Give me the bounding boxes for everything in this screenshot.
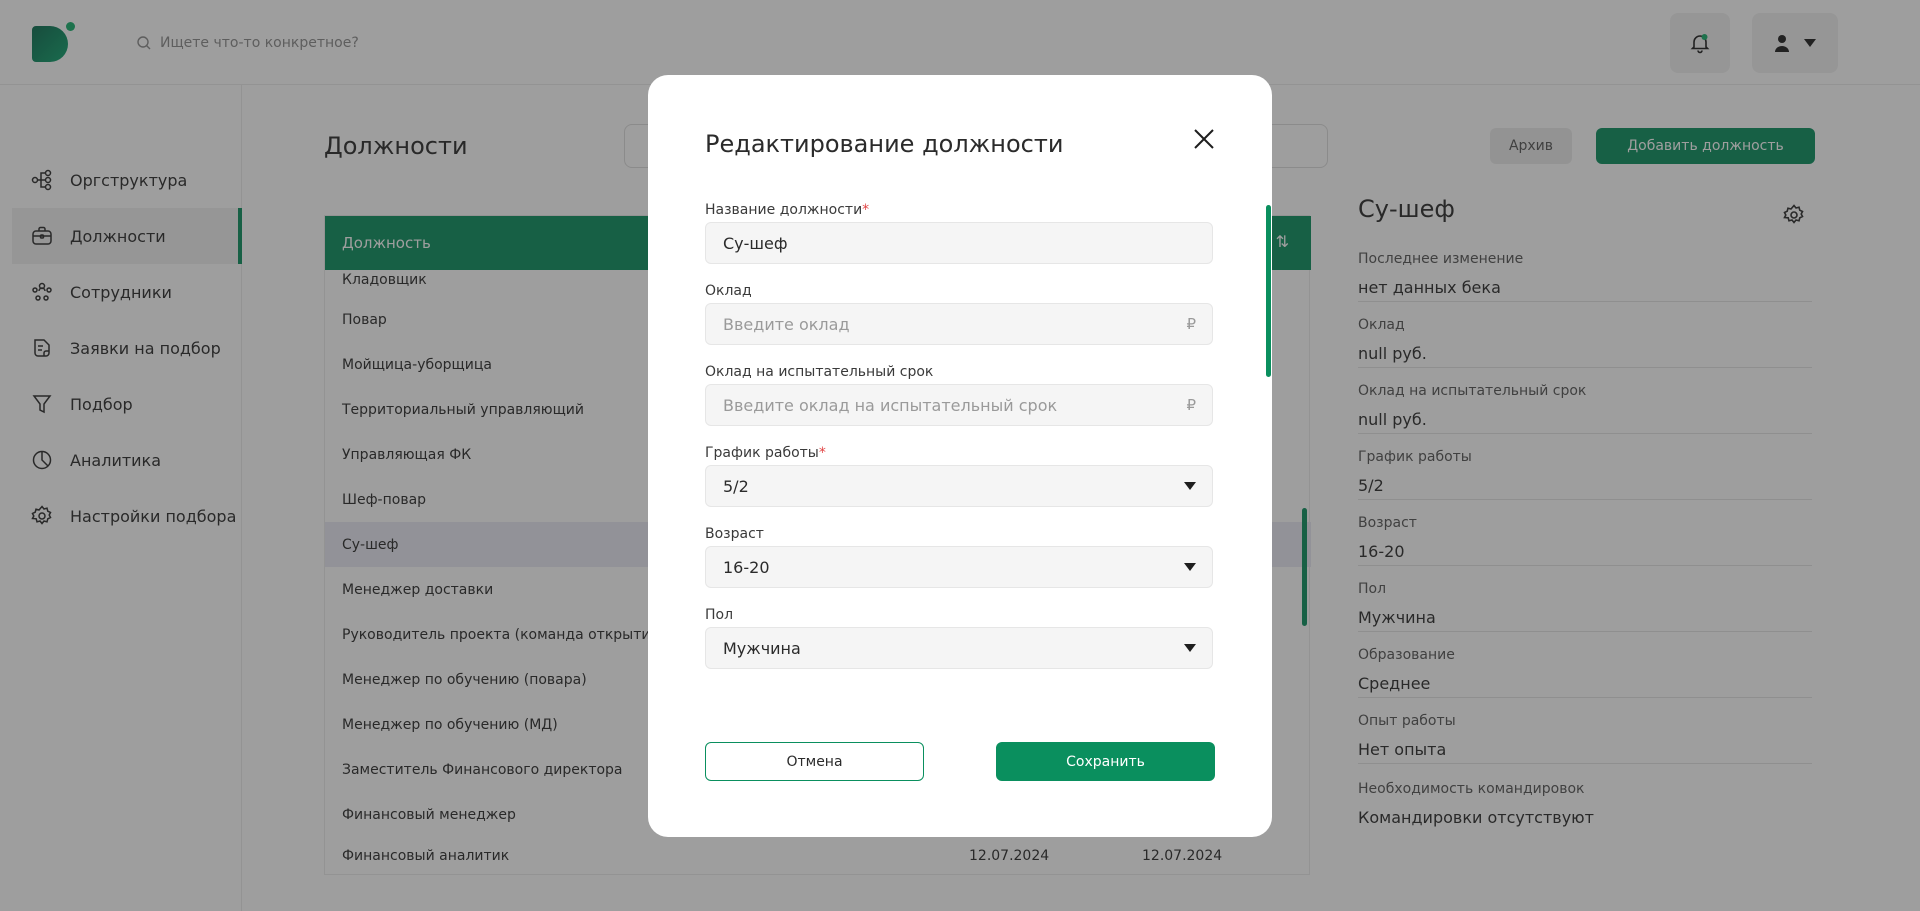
trial-salary-label: Оклад на испытательный срок (705, 364, 934, 380)
label-text: Название должности (705, 202, 863, 218)
modal-scrollbar[interactable] (1266, 205, 1271, 377)
required-mark: * (818, 445, 826, 461)
trial-salary-field[interactable]: Введите оклад на испытательный срок ₽ (705, 384, 1213, 426)
field-value: Су-шеф (723, 233, 788, 253)
ruble-icon: ₽ (1186, 315, 1196, 333)
modal-title: Редактирование должности (705, 130, 1064, 158)
ruble-icon: ₽ (1186, 396, 1196, 414)
close-icon[interactable] (1192, 127, 1216, 151)
gender-select[interactable]: Мужчина (705, 627, 1213, 669)
select-value: Мужчина (723, 638, 801, 658)
select-value: 16-20 (723, 557, 770, 577)
field-placeholder: Введите оклад на испытательный срок (723, 395, 1058, 415)
salary-label: Оклад (705, 283, 752, 299)
salary-field[interactable]: Введите оклад ₽ (705, 303, 1213, 345)
label-text: График работы (705, 445, 819, 461)
gender-label: Пол (705, 607, 734, 623)
save-button[interactable]: Сохранить (996, 742, 1215, 781)
schedule-label: График работы* (705, 445, 826, 461)
edit-position-modal: Редактирование должности Название должно… (648, 75, 1272, 837)
chevron-down-icon (1184, 482, 1196, 490)
age-label: Возраст (705, 526, 764, 542)
chevron-down-icon (1184, 644, 1196, 652)
age-select[interactable]: 16-20 (705, 546, 1213, 588)
schedule-select[interactable]: 5/2 (705, 465, 1213, 507)
select-value: 5/2 (723, 476, 749, 496)
position-name-field[interactable]: Су-шеф (705, 222, 1213, 264)
position-name-label: Название должности* (705, 202, 869, 218)
cancel-button[interactable]: Отмена (705, 742, 924, 781)
required-mark: * (862, 202, 870, 218)
chevron-down-icon (1184, 563, 1196, 571)
field-placeholder: Введите оклад (723, 314, 850, 334)
